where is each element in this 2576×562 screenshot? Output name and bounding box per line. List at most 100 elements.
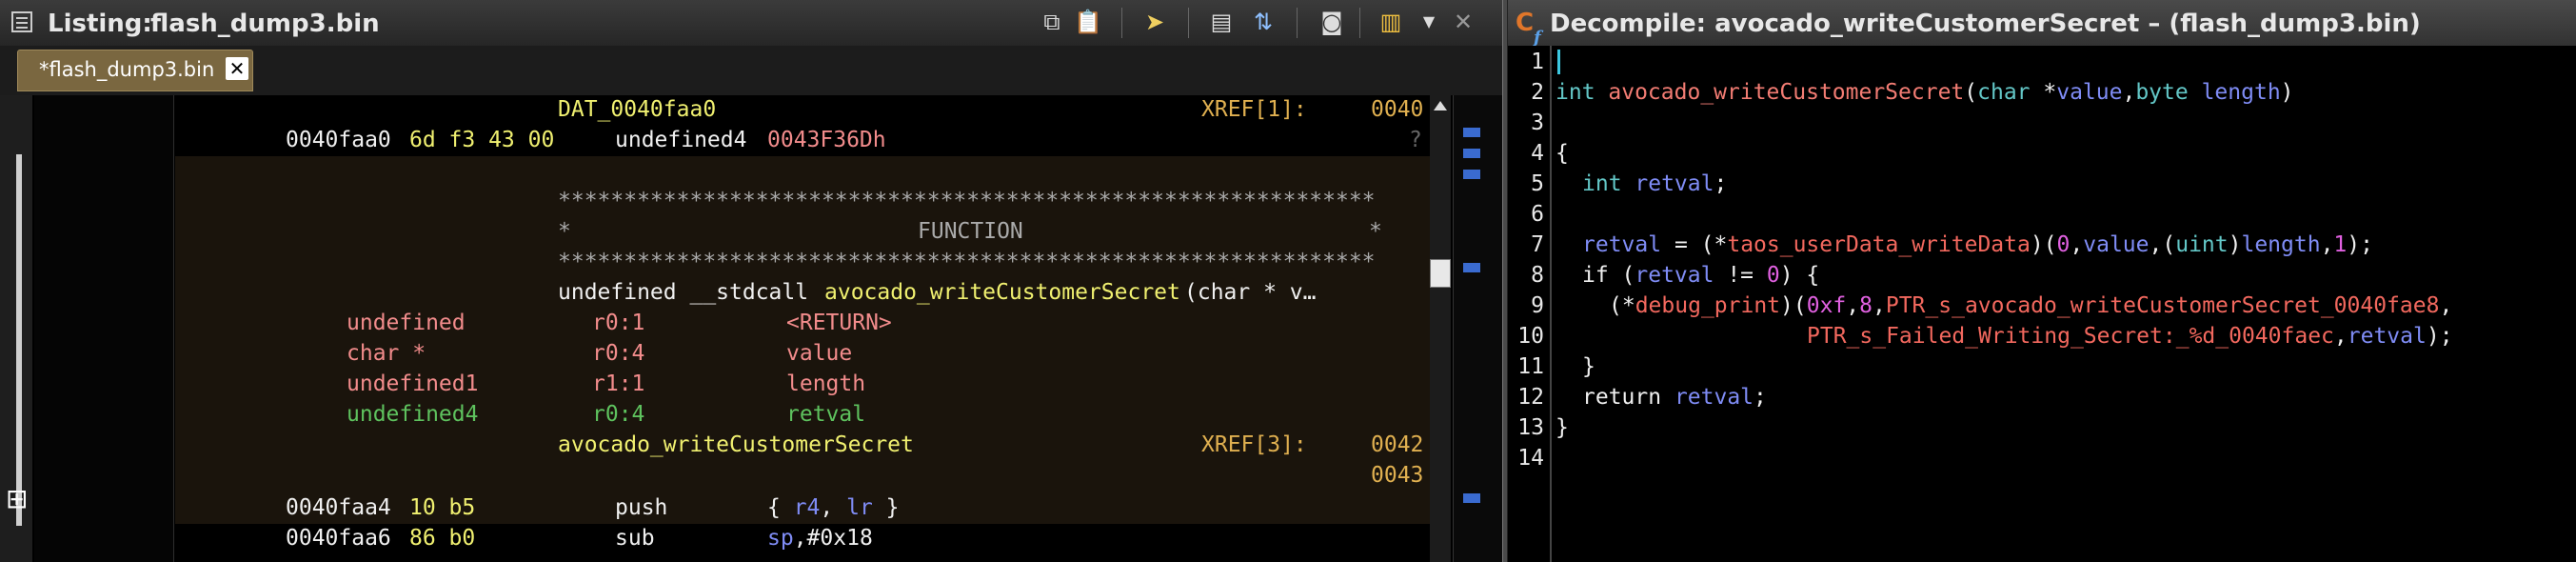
xref-address[interactable]: 0042: [1371, 431, 1423, 459]
param-storage: r0:1: [592, 311, 645, 335]
token-param[interactable]: length: [2202, 80, 2281, 105]
code-line-12: return retval;: [1582, 383, 1767, 411]
signature-prefix: undefined __stdcall: [558, 280, 822, 305]
token-type: uint: [2175, 232, 2229, 257]
token-local[interactable]: retval: [2348, 324, 2427, 349]
instruction-mnemonic: push: [615, 495, 668, 520]
field-icon[interactable]: ⇅: [1249, 8, 1278, 36]
line-number: 5: [1531, 171, 1544, 196]
scroll-up-icon[interactable]: [1434, 101, 1447, 110]
instruction-address[interactable]: 0040faa4: [286, 493, 391, 522]
toolbar-separator: [1297, 8, 1298, 38]
token-param[interactable]: value: [2083, 232, 2149, 257]
operand-brace: }: [872, 495, 900, 520]
signature-function[interactable]: avocado_writeCustomerSecret: [824, 278, 1180, 307]
camera-icon[interactable]: ◙: [1318, 8, 1346, 36]
tab-flash-dump3[interactable]: *flash_dump3.bin ✕: [17, 50, 253, 91]
instruction-bytes: 10 b5: [409, 495, 476, 520]
close-icon[interactable]: ✕: [1449, 8, 1477, 36]
left-slider-track[interactable]: [16, 154, 22, 526]
listing-panel: Listing: flash_dump3.bin ⧉ 📋 ➤ ▤ ⇅ ◙ ▥ ▼…: [0, 0, 1502, 562]
decompile-title: Decompile: avocado_writeCustomerSecret –…: [1550, 10, 2421, 38]
decompile-line-numbers: 1 2 3 4 5 6 7 8 9 10 11 12 13 14: [1508, 46, 1552, 562]
overview-bar[interactable]: [1453, 95, 1502, 562]
bytes: 6d f3 43 00: [409, 128, 555, 152]
cursor-icon[interactable]: ➤: [1140, 8, 1169, 36]
code-line-7: retval = (*taos_userData_writeData)(0,va…: [1582, 231, 2373, 259]
scrollbar-thumb[interactable]: [1430, 259, 1451, 288]
listing-gutter: [34, 95, 174, 562]
code-line-8: if (retval != 0) {: [1582, 261, 1819, 290]
line-number: 6: [1531, 202, 1544, 227]
signature-suffix: (char * v…: [1184, 280, 1317, 305]
overview-marker[interactable]: [1463, 493, 1480, 503]
token-param[interactable]: length: [2241, 232, 2320, 257]
listing-tab-bar: *flash_dump3.bin ✕: [0, 46, 1502, 141]
token-local[interactable]: retval: [1635, 171, 1714, 196]
xref-address[interactable]: 0043: [1371, 461, 1423, 490]
decompile-panel: Cf Decompile: avocado_writeCustomerSecre…: [1508, 0, 2576, 562]
param-name[interactable]: length: [786, 370, 865, 398]
token-punct: ,: [2333, 324, 2348, 349]
address[interactable]: 0040faa0: [286, 126, 391, 154]
tab-close-icon[interactable]: ✕: [226, 57, 248, 80]
instruction-address[interactable]: 0040faa6: [286, 524, 391, 552]
token-local[interactable]: retval: [1635, 263, 1714, 288]
layout-icon[interactable]: ▥: [1377, 8, 1405, 36]
overview-marker[interactable]: [1463, 149, 1480, 158]
line-number: 4: [1531, 141, 1544, 166]
instruction-bytes: 86 b0: [409, 526, 476, 551]
function-label[interactable]: avocado_writeCustomerSecret: [558, 431, 914, 459]
snapshot-icon[interactable]: ▤: [1207, 8, 1236, 36]
token-global[interactable]: PTR_s_Failed_Writing_Secret:_%d_0040faec: [1807, 324, 2334, 349]
xref-label: XREF[3]:: [1201, 432, 1307, 457]
function-word: FUNCTION: [918, 219, 1023, 244]
paste-icon[interactable]: 📋: [1074, 8, 1102, 36]
decompile-code[interactable]: int avocado_writeCustomerSecret(char *va…: [1556, 46, 2574, 562]
overview-marker[interactable]: [1463, 170, 1480, 179]
decompile-icon: Cf: [1516, 9, 1541, 48]
listing-code-area[interactable]: DAT_0040faa0 XREF[1]: 0040 0040faa0 6d f…: [175, 95, 1430, 562]
xref-address[interactable]: 0040: [1371, 95, 1423, 124]
token-global[interactable]: PTR_s_avocado_writeCustomerSecret_0040fa…: [1886, 293, 2440, 318]
overview-marker[interactable]: [1463, 128, 1480, 137]
token-punct: ;: [1714, 171, 1728, 196]
token-punct: *: [2030, 80, 2057, 105]
code-line-2: int avocado_writeCustomerSecret(char *va…: [1556, 78, 2294, 107]
code-line-10: PTR_s_Failed_Writing_Secret:_%d_0040faec…: [1807, 322, 2453, 351]
token-param[interactable]: value: [2056, 80, 2122, 105]
copy-icon[interactable]: ⧉: [1038, 8, 1066, 36]
slider-handle-icon[interactable]: ⊞: [6, 486, 32, 512]
token-punct: ,: [2439, 293, 2453, 318]
dropdown-icon[interactable]: ▼: [1415, 8, 1443, 36]
operand-brace: {: [767, 495, 794, 520]
overview-marker[interactable]: [1463, 263, 1480, 272]
listing-scrollbar[interactable]: [1430, 95, 1451, 562]
param-storage: r1:1: [592, 371, 645, 396]
toolbar-separator: [1121, 8, 1122, 38]
token-punct: )(: [1780, 293, 1807, 318]
decompile-body[interactable]: 1 2 3 4 5 6 7 8 9 10 11 12 13 14 int avo…: [1508, 46, 2576, 562]
toolbar-separator: [1188, 8, 1189, 38]
dat-label[interactable]: DAT_0040faa0: [558, 95, 716, 124]
param-name[interactable]: <RETURN>: [786, 309, 892, 337]
code-line-4: {: [1556, 141, 1569, 166]
token-keyword: if (: [1582, 263, 1635, 288]
token-punct: ,: [1846, 293, 1860, 318]
xref-label: XREF[1]:: [1201, 97, 1307, 122]
token-punct: );: [2347, 232, 2373, 257]
code-line-13: }: [1556, 415, 1569, 440]
token-punct: ,(: [2149, 232, 2176, 257]
token-global[interactable]: taos_userData_writeData: [1727, 232, 2031, 257]
token-function[interactable]: avocado_writeCustomerSecret: [1608, 80, 1964, 105]
param-storage: r0:4: [592, 341, 645, 366]
token-global[interactable]: debug_print: [1635, 293, 1780, 318]
local-name[interactable]: retval: [786, 400, 865, 429]
tab-label: *flash_dump3.bin: [39, 58, 215, 81]
line-number: 2: [1531, 80, 1544, 105]
token-local[interactable]: retval: [1582, 232, 1661, 257]
token-local[interactable]: retval: [1674, 385, 1754, 410]
param-name[interactable]: value: [786, 339, 852, 368]
token-punct: ;: [1754, 385, 1767, 410]
